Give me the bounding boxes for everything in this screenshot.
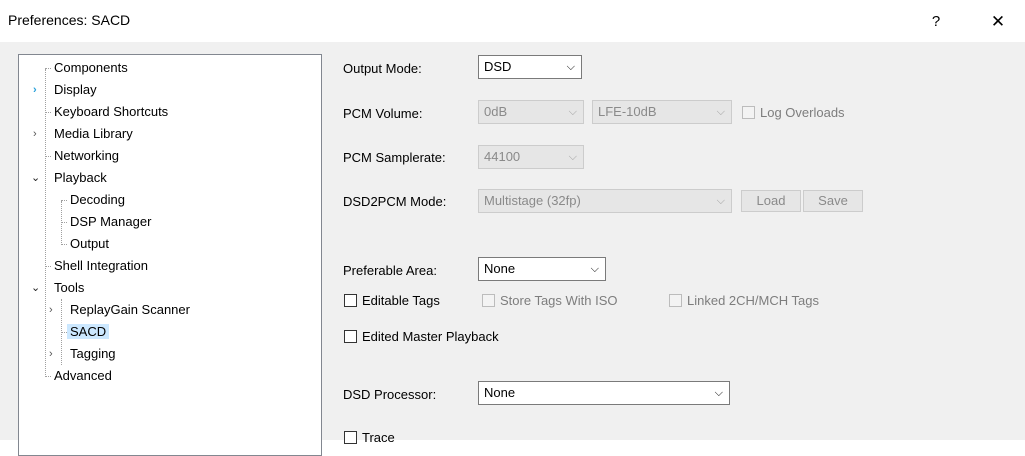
output-mode-select[interactable]: DSD ⌵ — [478, 55, 582, 79]
chevron-down-icon: ⌵ — [568, 151, 577, 163]
tree-item-tools[interactable]: ⌄ Tools — [31, 277, 87, 299]
dsd-processor-select[interactable]: None ⌵ — [478, 381, 730, 405]
pcm-samplerate-select[interactable]: 44100 ⌵ — [478, 145, 584, 169]
lfe-volume-select[interactable]: LFE-10dB ⌵ — [592, 100, 732, 124]
help-icon: ? — [931, 13, 941, 30]
tree-item-networking[interactable]: Networking — [33, 145, 122, 167]
tree-item-dsp-manager[interactable]: DSP Manager — [49, 211, 154, 233]
title-bar: Preferences: SACD ? ✕ — [0, 0, 1025, 42]
chevron-right-icon[interactable]: › — [49, 299, 53, 321]
tree-item-decoding[interactable]: Decoding — [49, 189, 128, 211]
edited-master-playback-checkbox[interactable]: Edited Master Playback — [344, 328, 534, 346]
trace-checkbox[interactable]: Trace — [344, 429, 424, 447]
pcm-volume-select[interactable]: 0dB ⌵ — [478, 100, 584, 124]
preferable-area-label: Preferable Area: — [343, 263, 437, 278]
checkbox-box — [482, 294, 495, 307]
tree-item-components[interactable]: Components — [33, 57, 131, 79]
chevron-down-icon: ⌵ — [714, 387, 723, 399]
preferences-tree[interactable]: Components › Display Keyboard Shortcuts … — [18, 54, 322, 456]
load-button[interactable]: Load — [741, 190, 801, 212]
chevron-down-icon: ⌵ — [566, 61, 575, 73]
tree-item-shell-integration[interactable]: Shell Integration — [33, 255, 151, 277]
checkbox-box — [669, 294, 682, 307]
save-button[interactable]: Save — [803, 190, 863, 212]
checkbox-box — [742, 106, 755, 119]
tree-item-advanced[interactable]: Advanced — [33, 365, 115, 387]
preferable-area-select[interactable]: None ⌵ — [478, 257, 606, 281]
store-tags-with-iso-checkbox[interactable]: Store Tags With ISO — [482, 292, 652, 310]
dsd2pcm-mode-label: DSD2PCM Mode: — [343, 194, 447, 209]
tree-item-replaygain-scanner[interactable]: › ReplayGain Scanner — [49, 299, 193, 321]
close-icon: ✕ — [990, 12, 1006, 31]
log-overloads-checkbox[interactable]: Log Overloads — [742, 104, 872, 122]
tree-item-output[interactable]: Output — [49, 233, 112, 255]
dsd2pcm-mode-select[interactable]: Multistage (32fp) ⌵ — [478, 189, 732, 213]
help-button[interactable]: ? — [916, 6, 956, 38]
tree-item-media-library[interactable]: › Media Library — [33, 123, 136, 145]
checkbox-box — [344, 431, 357, 444]
tree-item-tagging[interactable]: › Tagging — [49, 343, 119, 365]
window-title: Preferences: SACD — [8, 12, 131, 28]
checkbox-box — [344, 294, 357, 307]
tree-item-playback[interactable]: ⌄ Playback — [31, 167, 110, 189]
chevron-right-icon[interactable]: › — [49, 343, 53, 365]
chevron-right-icon[interactable]: › — [33, 79, 37, 101]
tree-item-display[interactable]: › Display — [33, 79, 100, 101]
chevron-right-icon[interactable]: › — [33, 123, 37, 145]
editable-tags-checkbox[interactable]: Editable Tags — [344, 292, 474, 310]
chevron-down-icon[interactable]: ⌄ — [31, 167, 40, 189]
tree-item-keyboard-shortcuts[interactable]: Keyboard Shortcuts — [33, 101, 171, 123]
tree-item-sacd[interactable]: SACD — [49, 321, 110, 343]
pcm-samplerate-label: PCM Samplerate: — [343, 150, 446, 165]
pcm-volume-label: PCM Volume: — [343, 106, 423, 121]
close-button[interactable]: ✕ — [975, 6, 1021, 38]
chevron-down-icon: ⌵ — [568, 106, 577, 118]
output-mode-label: Output Mode: — [343, 61, 422, 76]
linked-2ch-mch-tags-checkbox[interactable]: Linked 2CH/MCH Tags — [669, 292, 849, 310]
chevron-down-icon: ⌵ — [590, 263, 599, 275]
dsd-processor-label: DSD Processor: — [343, 387, 437, 402]
chevron-down-icon[interactable]: ⌄ — [31, 277, 40, 299]
chevron-down-icon: ⌵ — [716, 195, 725, 207]
checkbox-box — [344, 330, 357, 343]
chevron-down-icon: ⌵ — [716, 106, 725, 118]
